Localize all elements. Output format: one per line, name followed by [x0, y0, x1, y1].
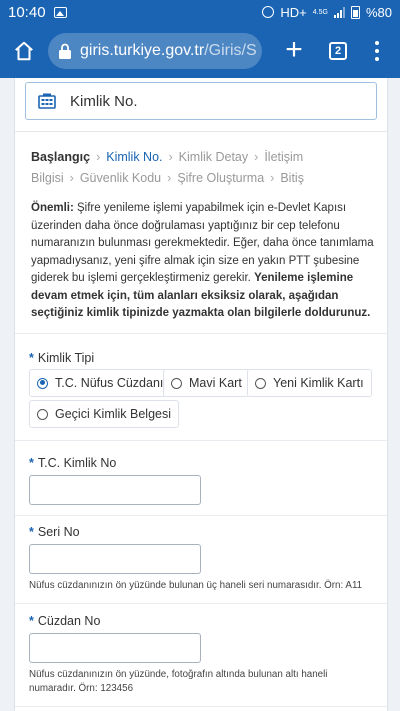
chevron-right-icon: ›: [96, 150, 101, 164]
divider: [15, 131, 387, 132]
cuzdan-no-input[interactable]: [29, 633, 201, 663]
radio-unselected-icon: [171, 377, 182, 389]
radio-label: Geçici Kimlik Belgesi: [55, 407, 172, 421]
divider: [15, 333, 387, 334]
divider: [15, 706, 387, 707]
step-kimlik-no: Kimlik No.: [106, 150, 163, 164]
gallery-notification-icon: [53, 6, 67, 18]
new-tab-button[interactable]: +: [276, 33, 312, 69]
radio-yeni-kimlik-karti[interactable]: Yeni Kimlik Kartı: [247, 369, 372, 397]
status-bar: 10:40 HD+ 4.5G %80: [0, 0, 400, 24]
step-guvenlik-kodu: Güvenlik Kodu: [79, 171, 162, 185]
divider: [15, 440, 387, 441]
required-mark: *: [29, 525, 34, 539]
divider: [15, 603, 387, 604]
divider: [15, 515, 387, 516]
chevron-right-icon: ›: [270, 171, 275, 185]
step-sifre-olusturma: Şifre Oluşturma: [177, 171, 265, 185]
tc-kimlik-no-label: * T.C. Kimlik No: [29, 456, 116, 470]
radio-selected-icon: [37, 377, 48, 389]
content-card: Kimlik No. Başlangıç › Kimlik No. › Kimlik D…: [14, 78, 388, 711]
required-mark: *: [29, 351, 34, 365]
status-time: 10:40: [8, 3, 46, 21]
radio-unselected-icon: [255, 377, 266, 389]
network-type: 4.5G: [312, 8, 328, 16]
radio-gecici-kimlik-belgesi[interactable]: Geçici Kimlik Belgesi: [29, 400, 180, 428]
radio-tc-nufus-cuzdani[interactable]: T.C. Nüfus Cüzdanı: [29, 369, 172, 397]
seri-no-label: * Seri No: [29, 525, 80, 539]
step-kimlik-detay: Kimlik Detay: [178, 150, 249, 164]
radio-label: Yeni Kimlik Kartı: [273, 376, 364, 390]
chevron-right-icon: ›: [168, 150, 173, 164]
tc-kimlik-no-label-text: T.C. Kimlik No: [37, 456, 117, 470]
cuzdan-no-label-text: Cüzdan No: [37, 614, 101, 628]
kimlik-tipi-label-text: Kimlik Tipi: [37, 351, 95, 365]
cuzdan-no-label: * Cüzdan No: [29, 614, 100, 628]
tab-switcher-button[interactable]: 2: [320, 33, 356, 69]
progress-steps: Başlangıç › Kimlik No. › Kimlik Detay › İletiş…: [31, 147, 376, 189]
home-button[interactable]: [6, 33, 42, 69]
section-title: Kimlik No.: [70, 92, 138, 110]
url-domain: giris.turkiye.gov.tr: [80, 42, 205, 59]
url-path: /Giris/S: [204, 42, 257, 59]
cuzdan-no-help: Nüfus cüzdanınızın ön yüzünde, fotoğrafı…: [29, 669, 328, 694]
tc-kimlik-no-input[interactable]: [29, 475, 201, 505]
section-header: Kimlik No.: [25, 82, 377, 120]
radio-label: T.C. Nüfus Cüzdanı: [55, 376, 164, 390]
step-baslangic: Başlangıç: [31, 150, 91, 164]
network-label: HD+: [280, 4, 307, 20]
more-menu-button[interactable]: [362, 33, 392, 69]
id-card-icon: [38, 93, 56, 109]
seri-no-label-text: Seri No: [37, 525, 80, 539]
address-bar[interactable]: giris.turkiye.gov.tr/Giris/S: [48, 33, 262, 69]
kimlik-tipi-label: * Kimlik Tipi: [29, 351, 94, 365]
radio-mavi-kart[interactable]: Mavi Kart: [163, 369, 250, 397]
info-label: Önemli:: [31, 202, 74, 214]
required-mark: *: [29, 456, 34, 470]
tab-count: 2: [329, 42, 347, 60]
step-bitis: Bitiş: [280, 171, 304, 185]
radio-unselected-icon: [37, 408, 48, 420]
seri-no-input[interactable]: [29, 544, 201, 574]
info-notice: Önemli: Şifre yenileme işlemi yapabilmek…: [31, 200, 376, 323]
required-mark: *: [29, 614, 34, 628]
battery-level: %80: [365, 4, 392, 20]
radio-label: Mavi Kart: [189, 376, 242, 390]
signal-icon: [333, 6, 345, 18]
chevron-right-icon: ›: [69, 171, 74, 185]
lock-icon: [59, 43, 71, 59]
chevron-right-icon: ›: [254, 150, 259, 164]
home-icon: [15, 41, 33, 61]
battery-icon: [350, 5, 360, 19]
seri-no-help: Nüfus cüzdanınızın ön yüzünde bulunan üç…: [29, 580, 363, 591]
alarm-icon: [262, 6, 275, 18]
browser-toolbar: giris.turkiye.gov.tr/Giris/S + 2: [0, 24, 400, 78]
chevron-right-icon: ›: [167, 171, 172, 185]
